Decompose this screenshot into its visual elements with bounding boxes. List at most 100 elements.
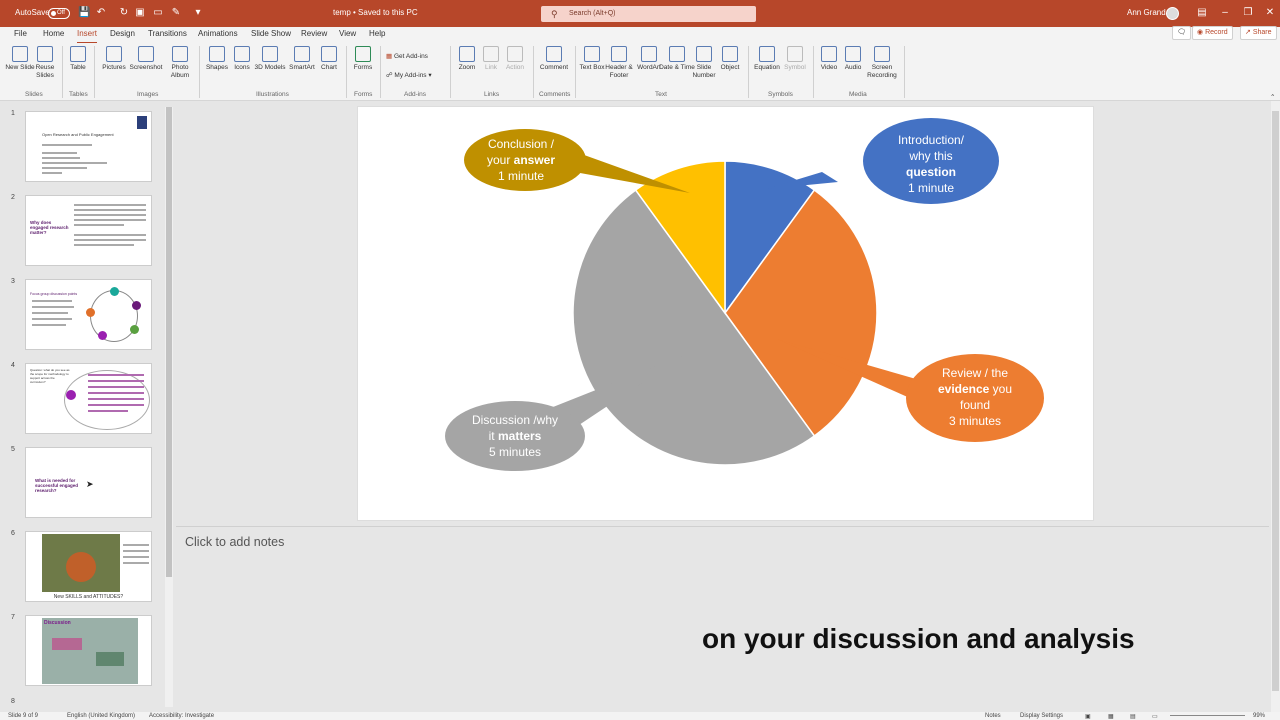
- conclusion-line-2: your answer: [487, 153, 555, 167]
- smartart-icon: [294, 46, 310, 62]
- save-icon[interactable]: 💾: [78, 7, 90, 19]
- text-line: [123, 556, 149, 558]
- review-emphasis: evidence: [938, 382, 990, 396]
- minimize-icon[interactable]: –: [1218, 7, 1232, 18]
- tab-help[interactable]: Help: [369, 29, 385, 38]
- tab-view[interactable]: View: [339, 29, 356, 38]
- scrollbar-thumb[interactable]: [166, 107, 172, 577]
- screen-recording-label: Screen Recording: [867, 64, 897, 79]
- slide-thumbnail-2[interactable]: Why does engaged research matter?: [25, 195, 152, 266]
- header-footer-icon: [611, 46, 627, 62]
- text-line: [123, 562, 149, 564]
- tab-review[interactable]: Review: [301, 29, 327, 38]
- thumb-number: 1: [11, 110, 15, 117]
- autosave-toggle[interactable]: Off: [48, 8, 70, 19]
- tab-file[interactable]: File: [14, 29, 27, 38]
- shapes-icon: [209, 46, 225, 62]
- display-settings[interactable]: Display Settings: [1020, 713, 1063, 719]
- document-title[interactable]: temp • Saved to this PC: [333, 8, 418, 17]
- tab-design[interactable]: Design: [110, 29, 135, 38]
- undo-icon[interactable]: ↶: [95, 7, 107, 19]
- tab-slide-show[interactable]: Slide Show: [251, 29, 291, 38]
- reuse-slides-button[interactable]: Reuse Slides: [27, 46, 63, 80]
- avatar[interactable]: [1166, 7, 1179, 20]
- customize-toolbar-icon[interactable]: ▾: [192, 7, 204, 19]
- text-line: [42, 172, 62, 174]
- redo-icon[interactable]: ↻: [118, 7, 130, 19]
- group-label-forms: Forms: [354, 91, 373, 98]
- present-icon[interactable]: ▣: [134, 7, 146, 19]
- action-button[interactable]: Action: [497, 46, 533, 72]
- search-placeholder: Search (Alt+Q): [569, 10, 616, 17]
- my-add-ins-button[interactable]: ☍ My Add-ins ▾: [386, 71, 432, 79]
- zoom-level[interactable]: 99%: [1253, 713, 1265, 719]
- slide-thumbnail-5[interactable]: What is needed for successful engaged re…: [25, 447, 152, 518]
- ribbon-display-icon[interactable]: ▤: [1195, 7, 1209, 18]
- comment-button[interactable]: Comment: [536, 46, 572, 72]
- text-line: [74, 224, 124, 226]
- slideshow-icon[interactable]: ▭: [1152, 713, 1158, 720]
- zoom-slider[interactable]: [1170, 715, 1245, 716]
- wordart-label: WordArt: [637, 64, 661, 71]
- chart-button[interactable]: Chart: [311, 46, 347, 72]
- scrollbar-thumb[interactable]: [1272, 111, 1279, 691]
- object-button[interactable]: Object: [712, 46, 748, 72]
- text-line: [42, 157, 80, 159]
- group-label-add-ins: Add-ins: [404, 91, 427, 98]
- icons-label: Icons: [234, 64, 250, 71]
- slide-thumbnail-1[interactable]: Open Research and Public Engagement: [25, 111, 152, 182]
- pictures-label: Pictures: [102, 64, 126, 71]
- photo-album-button[interactable]: Photo Album: [162, 46, 198, 80]
- normal-view-icon[interactable]: ▣: [1085, 713, 1091, 720]
- tab-animations[interactable]: Animations: [198, 29, 238, 38]
- accessibility-status[interactable]: Accessibility: Investigate: [149, 713, 214, 719]
- table-button[interactable]: Table: [60, 46, 96, 72]
- thumbnail-scrollbar[interactable]: [165, 107, 173, 707]
- slide-thumbnail-3[interactable]: Focus group discussion points: [25, 279, 152, 350]
- pictures-button[interactable]: Pictures: [96, 46, 132, 72]
- tab-insert[interactable]: Insert: [77, 29, 98, 44]
- comments-button[interactable]: 🗨: [1172, 26, 1191, 40]
- slide-canvas[interactable]: Introduction/ why this question 1 minute…: [357, 106, 1094, 521]
- text-line: [88, 374, 144, 376]
- symbol-button[interactable]: Symbol: [777, 46, 813, 72]
- notes-toggle[interactable]: Notes: [985, 713, 1001, 719]
- collapse-ribbon-icon[interactable]: ⌃: [1270, 93, 1275, 101]
- touch-mode-icon[interactable]: ▭: [152, 7, 164, 19]
- get-add-ins-button[interactable]: ▦ Get Add-ins: [386, 52, 428, 60]
- user-name[interactable]: Ann Grand: [1127, 8, 1166, 17]
- close-icon[interactable]: ✕: [1263, 7, 1277, 18]
- forms-button[interactable]: Forms: [345, 46, 381, 72]
- text-line: [123, 544, 149, 546]
- speaker-icon: [845, 46, 861, 62]
- slide-thumbnail-7[interactable]: Discussion: [25, 615, 152, 686]
- screen-recording-button[interactable]: Screen Recording: [864, 46, 900, 80]
- draw-icon[interactable]: ✎: [170, 7, 182, 19]
- chart-icon: [321, 46, 337, 62]
- restore-icon[interactable]: ❐: [1241, 7, 1255, 18]
- share-button[interactable]: ↗ Share: [1240, 26, 1277, 40]
- language[interactable]: English (United Kingdom): [67, 713, 135, 719]
- discussion-emphasis: matters: [498, 429, 542, 443]
- tab-transitions[interactable]: Transitions: [148, 29, 187, 38]
- video-caption: on your discussion and analysis: [702, 623, 1135, 654]
- pi-icon: [759, 46, 775, 62]
- text-line: [42, 167, 87, 169]
- notes-pane[interactable]: Click to add notes: [176, 526, 1269, 711]
- group-label-images: Images: [137, 91, 159, 98]
- screenshot-button[interactable]: Screenshot: [128, 46, 164, 72]
- slide-sorter-icon[interactable]: ▦: [1108, 713, 1114, 720]
- record-button[interactable]: ◉ Record: [1192, 26, 1233, 40]
- search-input[interactable]: ⚲ Search (Alt+Q): [541, 6, 756, 22]
- forms-label: Forms: [353, 64, 373, 71]
- editor-scrollbar[interactable]: [1271, 101, 1280, 712]
- slide-thumbnail-6[interactable]: New SKILLS and ATTITUDES?: [25, 531, 152, 602]
- screenshot-label: Screenshot: [129, 64, 163, 71]
- reading-view-icon[interactable]: ▤: [1130, 713, 1136, 720]
- tab-home[interactable]: Home: [43, 29, 64, 38]
- slide-thumbnail-4[interactable]: Question: what do you see as the scope f…: [25, 363, 152, 434]
- notes-placeholder[interactable]: Click to add notes: [185, 535, 284, 549]
- person-icon: [66, 390, 76, 400]
- 3d-models-button[interactable]: 3D Models: [252, 46, 288, 72]
- discussion-line-1: Discussion /why: [472, 413, 558, 427]
